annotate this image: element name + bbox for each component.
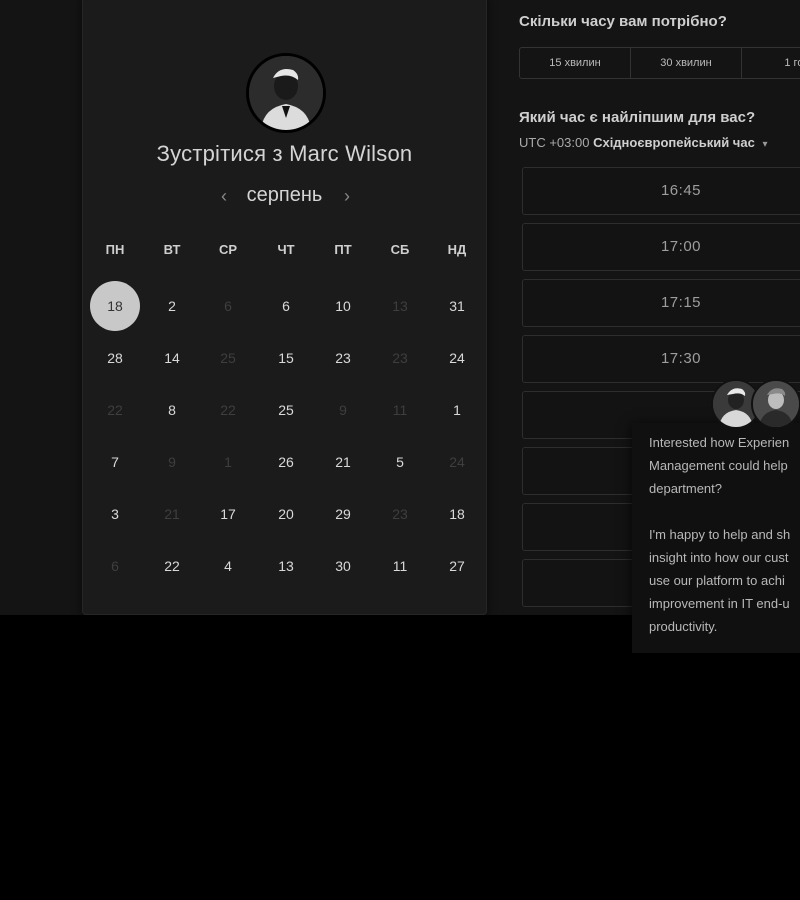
calendar-day[interactable]: 5 [375,437,425,487]
calendar-day[interactable]: 22 [147,541,197,591]
calendar-day: 6 [111,558,119,574]
calendar-day: 11 [392,402,408,418]
calendar-day: 23 [392,506,408,522]
calendar-day[interactable]: 10 [318,281,368,331]
calendar-day[interactable]: 6 [261,281,311,331]
weekday-label: ПТ [334,242,352,257]
calendar-day: 22 [220,402,236,418]
host-avatar [246,53,326,133]
calendar-day: 13 [392,298,408,314]
calendar-day[interactable]: 3 [90,489,140,539]
calendar-day: 6 [224,298,232,314]
calendar-day[interactable]: 27 [432,541,482,591]
calendar-day[interactable]: 29 [318,489,368,539]
calendar-day[interactable]: 26 [261,437,311,487]
time-slot-button[interactable]: 17:15 [522,279,800,327]
time-slot-label: 17:00 [660,238,702,255]
calendar-day[interactable]: 7 [90,437,140,487]
meeting-title-prefix: Зустрітися з [156,141,283,166]
calendar-day[interactable]: 8 [147,385,197,435]
time-slot-label: 17:15 [660,294,702,311]
chat-message-text: Interested how Experien Management could… [649,435,791,634]
weekday-label: НД [447,242,467,257]
time-title: Який час є найліпшим для вас? [519,109,756,126]
caret-down-icon: ▾ [762,139,768,150]
calendar-day: 9 [339,402,347,418]
calendar-day: 25 [220,350,236,366]
duration-option[interactable]: 30 хвилин [631,48,742,78]
calendar-day: 1 [224,454,232,470]
calendar-day[interactable]: 31 [432,281,482,331]
calendar-day[interactable]: 20 [261,489,311,539]
calendar-day[interactable]: 1 [432,385,482,435]
calendar-day[interactable]: 28 [90,333,140,383]
next-month-chevron-icon[interactable]: › [337,186,357,206]
weekday-label: СР [218,242,238,257]
calendar-card: Зустрітися з Marc Wilson ‹ серпень › ПН В… [82,0,487,615]
weekday-label: СБ [390,242,410,257]
calendar-day[interactable]: 15 [261,333,311,383]
meeting-title: Зустрітися з Marc Wilson [83,141,486,167]
calendar-day[interactable]: 25 [261,385,311,435]
duration-selector: 15 хвилин30 хвилин1 год [519,47,800,79]
duration-option[interactable]: 1 год [742,48,800,78]
timezone-name: Східноєвропейський час [593,135,755,150]
timezone-offset: UTC +03:00 [519,135,590,150]
person-portrait-icon [753,381,799,427]
calendar-day[interactable]: 4 [203,541,253,591]
month-nav: серпень [83,184,486,207]
time-slot-button[interactable]: 17:00 [522,223,800,271]
calendar-day[interactable]: 17 [203,489,253,539]
calendar-day: 23 [392,350,408,366]
duration-option[interactable]: 15 хвилин [520,48,631,78]
host-name: Marc Wilson [289,141,413,166]
timezone-selector[interactable]: UTC +03:00 Східноєвропейський час ▾ [519,135,767,150]
calendar-day[interactable]: 18 [432,489,482,539]
month-label: серпень [246,184,323,206]
time-slot-label: 16:45 [660,182,702,199]
weekday-label: ПН [105,242,125,257]
weekday-label: ЧТ [277,242,295,257]
calendar-day[interactable]: 21 [318,437,368,487]
calendar-day: 21 [164,506,180,522]
calendar-day: 22 [107,402,123,418]
calendar-day[interactable]: 30 [318,541,368,591]
calendar-day[interactable]: 24 [432,333,482,383]
calendar-day[interactable]: 11 [375,541,425,591]
calendar-day-selected[interactable]: 18 [90,281,140,331]
time-slot-button[interactable]: 17:30 [522,335,800,383]
calendar-day[interactable]: 2 [147,281,197,331]
time-slot-button[interactable]: 16:45 [522,167,800,215]
chat-message-popup: Interested how Experien Management could… [632,423,800,653]
duration-title: Скільки часу вам потрібно? [519,13,727,30]
calendar-day[interactable]: 13 [261,541,311,591]
person-portrait-icon [249,56,323,130]
calendar-day[interactable]: 14 [147,333,197,383]
calendar-day: 9 [168,454,176,470]
calendar-day: 24 [449,454,465,470]
chat-agent-avatar-2[interactable] [751,379,800,429]
calendar-day[interactable]: 23 [318,333,368,383]
time-slot-label: 17:30 [660,350,702,367]
weekday-label: ВТ [163,242,181,257]
